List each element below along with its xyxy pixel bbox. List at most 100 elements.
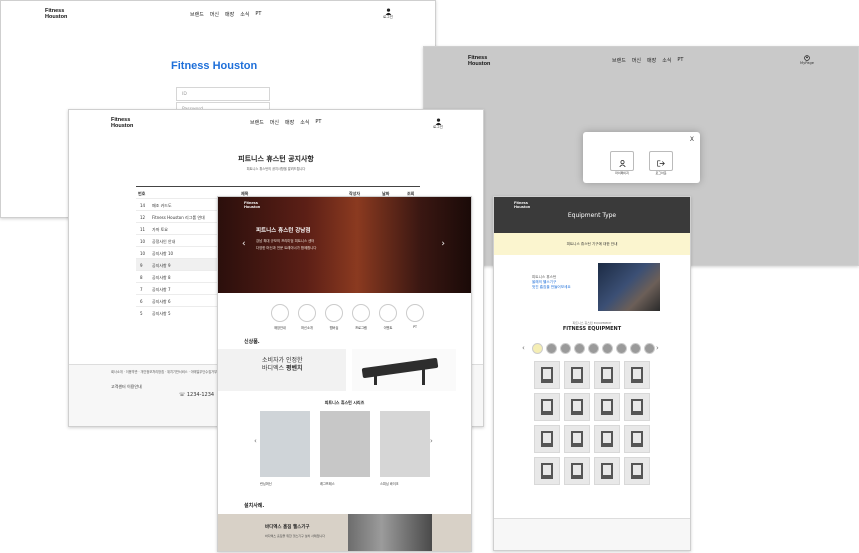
brand-logo[interactable]: Fitness Houston <box>514 201 530 209</box>
quick-menu-icon[interactable] <box>298 304 316 322</box>
series-prev-arrow[interactable]: ‹ <box>254 437 257 445</box>
equipment-item[interactable] <box>594 457 620 485</box>
equipment-item[interactable] <box>564 457 590 485</box>
equipment-item[interactable] <box>534 425 560 453</box>
equipment-item[interactable] <box>564 361 590 389</box>
nav-pt[interactable]: PT <box>255 11 261 18</box>
product-promo-left: 소비자가 인정한 바디엑스 평벤치 <box>218 349 346 391</box>
product-image[interactable] <box>380 411 430 477</box>
equip-footer <box>494 518 690 550</box>
user-icon <box>385 8 391 15</box>
quick-menu-icon[interactable] <box>406 304 424 322</box>
quick-menu-icon[interactable] <box>379 304 397 322</box>
quick-menu-label: 멤버십 <box>329 326 339 330</box>
phone-icon: ☏ <box>179 392 187 398</box>
category-thumb[interactable] <box>644 343 655 354</box>
equipment-item[interactable] <box>564 425 590 453</box>
equipment-icon <box>541 399 553 415</box>
hero-prev-arrow[interactable]: ‹ <box>242 239 246 249</box>
equipment-item[interactable] <box>534 361 560 389</box>
hero-subtext: 다양한 머신과 전문 트레이너가 함께합니다 <box>256 246 317 250</box>
nav-machine[interactable]: 머신 <box>210 11 219 18</box>
nav-store[interactable]: 매장 <box>647 57 656 64</box>
brand-logo[interactable]: Fitness Houston <box>45 8 67 20</box>
brand-logo[interactable]: Fitness Houston <box>468 55 490 67</box>
modal-mypage-button[interactable]: 마이페이지 <box>610 151 634 175</box>
category-thumb[interactable] <box>574 343 585 354</box>
login-button[interactable]: 로그인 <box>380 8 396 20</box>
equipment-item[interactable] <box>624 393 650 421</box>
row-title[interactable]: Fitness Houston 리그룹 연대 <box>152 215 205 221</box>
category-thumb[interactable] <box>546 343 557 354</box>
equipment-icon <box>541 431 553 447</box>
equipment-grid <box>534 361 654 489</box>
equipment-item[interactable] <box>594 393 620 421</box>
nav-machine[interactable]: 머신 <box>632 57 641 64</box>
equipment-item[interactable] <box>624 361 650 389</box>
brand-logo[interactable]: Fitness Houston <box>111 117 133 129</box>
row-title[interactable]: 패조 카드도 <box>152 203 172 209</box>
equipment-item[interactable] <box>624 457 650 485</box>
row-number: 11 <box>140 227 146 232</box>
mypage-modal: X 마이페이지 로그아웃 <box>583 132 700 183</box>
category-thumb[interactable] <box>602 343 613 354</box>
quick-menu-label: 프로그램 <box>355 326 367 330</box>
equipment-item[interactable] <box>534 393 560 421</box>
category-thumb[interactable] <box>616 343 627 354</box>
category-prev-arrow[interactable]: ‹ <box>522 344 525 352</box>
series-section: 피트니스 휴스턴 시리즈 런닝머신 레그프레스 스피닝 바이크 ‹ › <box>218 393 471 511</box>
mypage-link[interactable]: MyPage <box>797 55 817 66</box>
brand-logo[interactable]: Fitness Houston <box>244 201 260 209</box>
nav-pt[interactable]: PT <box>315 119 321 126</box>
install-photo <box>348 514 432 551</box>
hero-next-arrow[interactable]: › <box>441 239 445 249</box>
quick-menu-icon[interactable] <box>271 304 289 322</box>
category-thumb[interactable] <box>532 343 543 354</box>
nav-news[interactable]: 소식 <box>240 11 249 18</box>
nav-news[interactable]: 소식 <box>662 57 671 64</box>
equipment-item[interactable] <box>624 425 650 453</box>
modal-close-button[interactable]: X <box>690 136 694 143</box>
equipment-item[interactable] <box>594 425 620 453</box>
category-next-arrow[interactable]: › <box>656 344 659 352</box>
row-title[interactable]: 공지사항 8 <box>152 275 171 281</box>
nav-store[interactable]: 매장 <box>225 11 234 18</box>
product-caption-2: 바디엑스 평벤치 <box>262 365 303 372</box>
row-title[interactable]: 공지사항 6 <box>152 299 171 305</box>
equipment-icon <box>601 399 613 415</box>
product-image[interactable] <box>260 411 310 477</box>
equipment-item[interactable] <box>534 457 560 485</box>
series-next-arrow[interactable]: › <box>430 437 433 445</box>
product-image[interactable] <box>320 411 370 477</box>
row-title[interactable]: 공지사항 9 <box>152 263 171 269</box>
row-title[interactable]: 가까 토요 <box>152 227 168 233</box>
equipment-item[interactable] <box>594 361 620 389</box>
modal-logout-button[interactable]: 로그아웃 <box>649 151 673 175</box>
row-title[interactable]: 공지사항 5 <box>152 311 171 317</box>
quick-menu-icon[interactable] <box>325 304 343 322</box>
nav-brand[interactable]: 브랜드 <box>612 57 626 64</box>
equipment-icon <box>631 463 643 479</box>
row-number: 5 <box>140 311 143 316</box>
row-title[interactable]: 공지사항 7 <box>152 287 171 293</box>
nav-news[interactable]: 소식 <box>300 119 309 126</box>
category-thumb[interactable] <box>630 343 641 354</box>
nav-store[interactable]: 매장 <box>285 119 294 126</box>
row-title[interactable]: 공지사항 10 <box>152 251 173 257</box>
home-page-window: Fitness Houston 피트니스 휴스턴 강남점 강남 최대 규모의 프… <box>217 196 472 552</box>
cs-title: 고객센터 이용안내 <box>111 384 142 389</box>
equipment-icon <box>631 431 643 447</box>
row-title[interactable]: 공정사인 안내 <box>152 239 175 245</box>
user-icon <box>618 160 626 168</box>
nav-brand[interactable]: 브랜드 <box>190 11 204 18</box>
footer-links[interactable]: 회사소개 · 이용약관 · 개인정보처리방침 · 위치기반서비스 · 이메일무단… <box>111 369 217 374</box>
category-thumb[interactable] <box>560 343 571 354</box>
nav-machine[interactable]: 머신 <box>270 119 279 126</box>
quick-menu-icon[interactable] <box>352 304 370 322</box>
category-thumb[interactable] <box>588 343 599 354</box>
id-field[interactable]: ID <box>176 87 270 101</box>
equipment-item[interactable] <box>564 393 590 421</box>
nav-brand[interactable]: 브랜드 <box>250 119 264 126</box>
login-button[interactable]: 로그인 <box>430 118 446 130</box>
nav-pt[interactable]: PT <box>677 57 683 64</box>
